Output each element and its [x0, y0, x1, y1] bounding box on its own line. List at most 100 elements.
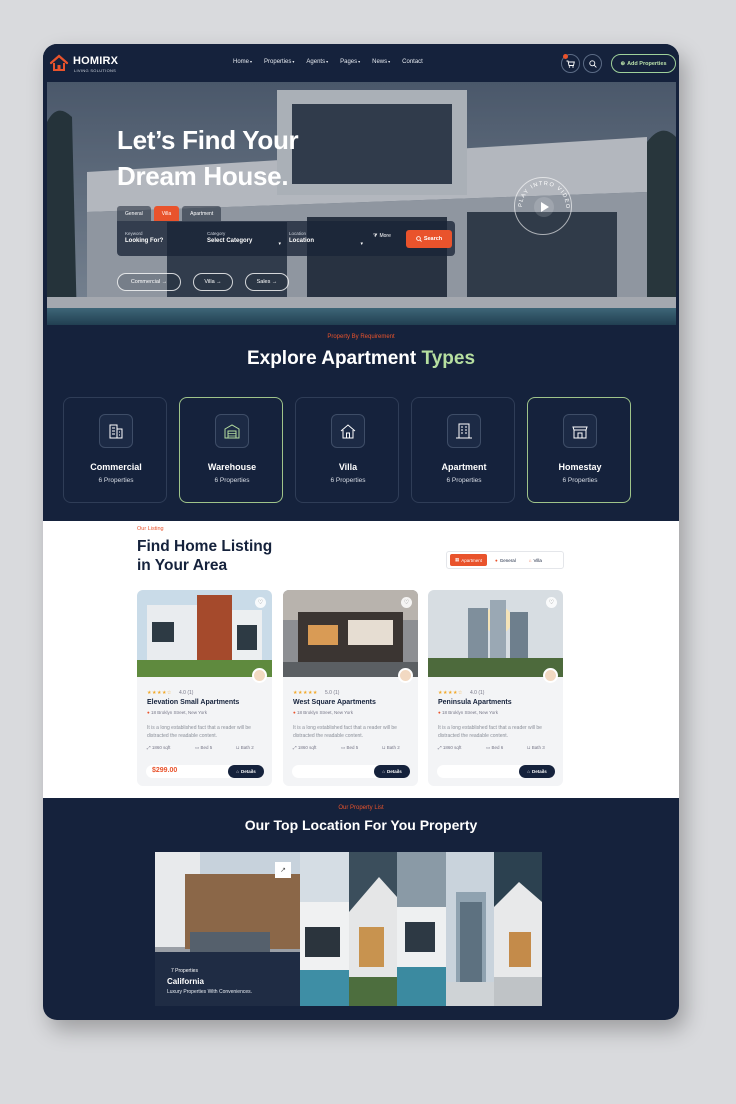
- explore-title: Explore Apartment Types: [246, 348, 476, 369]
- building-icon: [109, 424, 123, 439]
- listing-section: Our Listing Find Home Listing in Your Ar…: [43, 521, 679, 798]
- type-card-homestay[interactable]: Homestay 6 Properties: [527, 397, 631, 503]
- details-button[interactable]: ⌂ Details: [374, 765, 410, 778]
- location-card-california[interactable]: ↗ 7 Properties California Luxury Propert…: [155, 852, 300, 1006]
- brand-name[interactable]: HOMIRX: [73, 55, 118, 67]
- property-search-form: Keyword Looking For? Category Select Cat…: [117, 221, 455, 256]
- location-name: California: [167, 977, 204, 986]
- house-icon: ⌂: [236, 769, 239, 774]
- location-card[interactable]: [300, 852, 349, 1006]
- pill-villa[interactable]: Villa →: [193, 273, 233, 291]
- expand-arrow-icon[interactable]: ↗: [275, 862, 291, 878]
- play-video-button[interactable]: PLAY INTRO VIDEO: [514, 177, 572, 235]
- chevron-down-icon: ▾: [358, 59, 361, 64]
- menu-item-agents[interactable]: Agents▾: [306, 59, 328, 65]
- tab-apartment[interactable]: Apartment: [182, 206, 222, 221]
- details-button[interactable]: ⌂ Details: [228, 765, 264, 778]
- pin-icon: ●: [495, 557, 498, 563]
- property-title[interactable]: West Square Apartments: [293, 699, 376, 706]
- tab-villa[interactable]: Villa: [153, 206, 180, 221]
- type-card-apartment[interactable]: Apartment 6 Properties: [411, 397, 515, 503]
- house-icon: [340, 424, 356, 439]
- property-price: $299.00: [152, 767, 178, 774]
- chevron-down-icon: ▾: [326, 59, 329, 64]
- tab-general[interactable]: General: [117, 206, 151, 221]
- location-card[interactable]: [494, 852, 542, 1006]
- listing-card[interactable]: ♡ ★★★★★ 5.0 (1) West Square Apartments ●…: [283, 590, 418, 786]
- house-icon: ⌂: [382, 769, 385, 774]
- menu-item-news[interactable]: News▾: [372, 59, 390, 65]
- search-button[interactable]: [583, 54, 602, 73]
- listing-card[interactable]: ♡ ★★★★☆ 4.0 (1) Elevation Small Apartmen…: [137, 590, 272, 786]
- type-card-warehouse[interactable]: Warehouse 6 Properties: [179, 397, 283, 503]
- location-image: [349, 852, 397, 1006]
- filter-tab-villa[interactable]: ⌂ Villa: [524, 554, 547, 566]
- property-title[interactable]: Peninsula Apartments: [438, 699, 512, 706]
- heart-icon[interactable]: ♡: [546, 597, 557, 608]
- pin-icon: ●: [293, 710, 296, 715]
- pin-icon: ●: [147, 710, 150, 715]
- property-image: [283, 590, 418, 677]
- bath-icon: ⊔: [382, 745, 386, 750]
- star-rating-icon: ★★★★☆: [147, 690, 172, 696]
- more-filters-button[interactable]: ⧩ More: [373, 233, 391, 239]
- keyword-field[interactable]: Keyword Looking For?: [125, 231, 163, 244]
- location-card[interactable]: [397, 852, 446, 1006]
- filter-icon: ⧩: [373, 233, 378, 239]
- heart-icon[interactable]: ♡: [255, 597, 266, 608]
- heart-icon[interactable]: ♡: [401, 597, 412, 608]
- listing-card[interactable]: ♡ ★★★★☆ 4.0 (1) Peninsula Apartments ● 1…: [428, 590, 563, 786]
- agent-avatar[interactable]: [252, 668, 267, 683]
- top-nav: HOMIRX LIVING SOLUTIONS Home▾ Properties…: [43, 44, 679, 82]
- filter-tab-general[interactable]: ● General: [490, 554, 521, 566]
- pill-commercial[interactable]: Commercial →: [117, 273, 181, 291]
- main-menu: Home▾ Properties▾ Agents▾ Pages▾ News▾ C…: [233, 59, 424, 65]
- agent-avatar[interactable]: [543, 668, 558, 683]
- chevron-down-icon: ▾: [292, 59, 295, 64]
- brand-tagline: LIVING SOLUTIONS: [74, 68, 117, 73]
- details-button[interactable]: ⌂ Details: [519, 765, 555, 778]
- search-icon: [588, 59, 597, 68]
- chevron-down-icon: ▾: [278, 241, 281, 247]
- location-select[interactable]: Location Location ▾: [289, 231, 363, 247]
- pill-sales[interactable]: Sales →: [245, 273, 289, 291]
- house-icon: ⌂: [528, 557, 532, 563]
- bed-icon: ▭: [341, 745, 346, 750]
- menu-item-contact[interactable]: Contact: [402, 59, 424, 65]
- add-properties-button[interactable]: ⊕ Add Properties: [611, 54, 676, 73]
- type-card-commercial[interactable]: Commercial 6 Properties: [63, 397, 167, 503]
- bath-icon: ⊔: [236, 745, 240, 750]
- area-icon: ⤢: [147, 745, 151, 750]
- filter-tab-apartment[interactable]: ▦ Apartment: [450, 554, 488, 566]
- agent-avatar[interactable]: [398, 668, 413, 683]
- property-address: ● 18 Broklyn Street, New York: [438, 710, 499, 715]
- menu-item-properties[interactable]: Properties▾: [264, 59, 294, 65]
- plus-circle-icon: ⊕: [620, 60, 626, 67]
- bed-icon: ▭: [195, 745, 200, 750]
- cart-icon: [566, 60, 575, 68]
- warehouse-icon: [224, 424, 240, 439]
- location-card[interactable]: [446, 852, 494, 1006]
- chevron-down-icon: ▾: [388, 59, 391, 64]
- search-submit-button[interactable]: Search: [406, 230, 452, 248]
- bed-icon: ▭: [486, 745, 491, 750]
- search-icon: [415, 236, 422, 242]
- location-card[interactable]: [349, 852, 397, 1006]
- star-rating-icon: ★★★★☆: [438, 690, 463, 696]
- category-select[interactable]: Category Select Category ▾: [207, 231, 281, 247]
- chevron-down-icon: ▾: [250, 59, 253, 64]
- menu-item-home[interactable]: Home▾: [233, 59, 252, 65]
- menu-item-pages[interactable]: Pages▾: [340, 59, 360, 65]
- pin-icon: ●: [438, 710, 441, 715]
- property-address: ● 18 Broklyn Street, New York: [147, 710, 208, 715]
- arrow-right-icon: →: [161, 279, 168, 285]
- apartment-icon: [456, 423, 472, 439]
- property-image: [428, 590, 563, 677]
- type-card-villa[interactable]: Villa 6 Properties: [295, 397, 399, 503]
- location-image: [446, 852, 494, 1006]
- location-image: [494, 852, 542, 1006]
- area-icon: ⤢: [438, 745, 442, 750]
- location-image: [300, 852, 349, 1006]
- page-frame: HOMIRX LIVING SOLUTIONS Home▾ Properties…: [43, 44, 679, 1020]
- property-title[interactable]: Elevation Small Apartments: [147, 699, 239, 706]
